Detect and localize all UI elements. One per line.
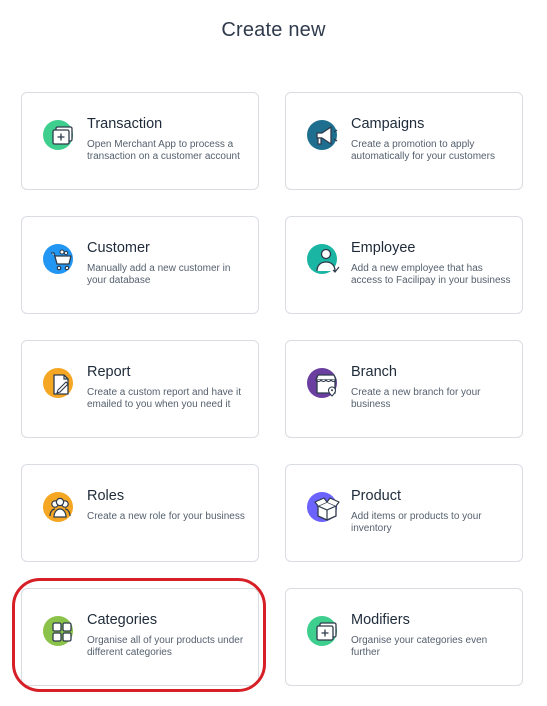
card-description: Create a custom report and have it email… xyxy=(87,387,241,410)
card-description: Organise all of your products under diff… xyxy=(87,635,244,658)
create-report-card[interactable]: Report Create a custom report and have i… xyxy=(21,340,259,438)
card-title: Branch xyxy=(351,364,397,380)
create-customer-card[interactable]: Customer Manually add a new customer in … xyxy=(21,216,259,314)
create-employee-card[interactable]: Employee Add a new employee that has acc… xyxy=(285,216,523,314)
categories-icon xyxy=(43,614,77,648)
box-icon xyxy=(307,490,341,524)
create-campaigns-card[interactable]: Campaigns Create a promotion to apply au… xyxy=(285,92,523,190)
modifiers-icon xyxy=(307,614,341,648)
transaction-icon xyxy=(43,118,77,152)
card-title: Employee xyxy=(351,240,416,256)
report-icon xyxy=(43,366,77,400)
card-description: Add items or products to your inventory xyxy=(351,511,482,534)
card-description: Create a new branch for your business xyxy=(351,387,481,410)
create-modifiers-card[interactable]: Modifiers Organise your categories even … xyxy=(285,588,523,686)
page-title: Create new xyxy=(221,19,326,41)
card-title: Customer xyxy=(87,240,150,256)
create-categories-card[interactable]: Categories Organise all of your products… xyxy=(21,588,259,686)
megaphone-icon xyxy=(307,118,341,152)
cart-icon xyxy=(43,242,77,276)
card-description: Create a promotion to apply automaticall… xyxy=(351,139,495,162)
card-title: Product xyxy=(351,488,401,504)
card-description: Open Merchant App to process a transacti… xyxy=(87,139,240,162)
card-title: Categories xyxy=(87,612,158,628)
create-transaction-card[interactable]: Transaction Open Merchant App to process… xyxy=(21,92,259,190)
card-title: Modifiers xyxy=(351,612,410,628)
card-title: Campaigns xyxy=(351,116,425,132)
card-description: Create a new role for your business xyxy=(87,511,245,522)
card-description: Add a new employee that has access to Fa… xyxy=(351,263,511,286)
card-description: Organise your categories even further xyxy=(351,635,488,658)
card-title: Transaction xyxy=(87,116,163,132)
create-roles-card[interactable]: Roles Create a new role for your busines… xyxy=(21,464,259,562)
card-title: Report xyxy=(87,364,131,380)
store-icon xyxy=(307,366,341,400)
create-product-card[interactable]: Product Add items or products to your in… xyxy=(285,464,523,562)
card-title: Roles xyxy=(87,488,125,504)
card-description: Manually add a new customer in your data… xyxy=(87,263,231,286)
employee-icon xyxy=(307,242,341,276)
create-branch-card[interactable]: Branch Create a new branch for your busi… xyxy=(285,340,523,438)
roles-icon xyxy=(43,490,77,524)
